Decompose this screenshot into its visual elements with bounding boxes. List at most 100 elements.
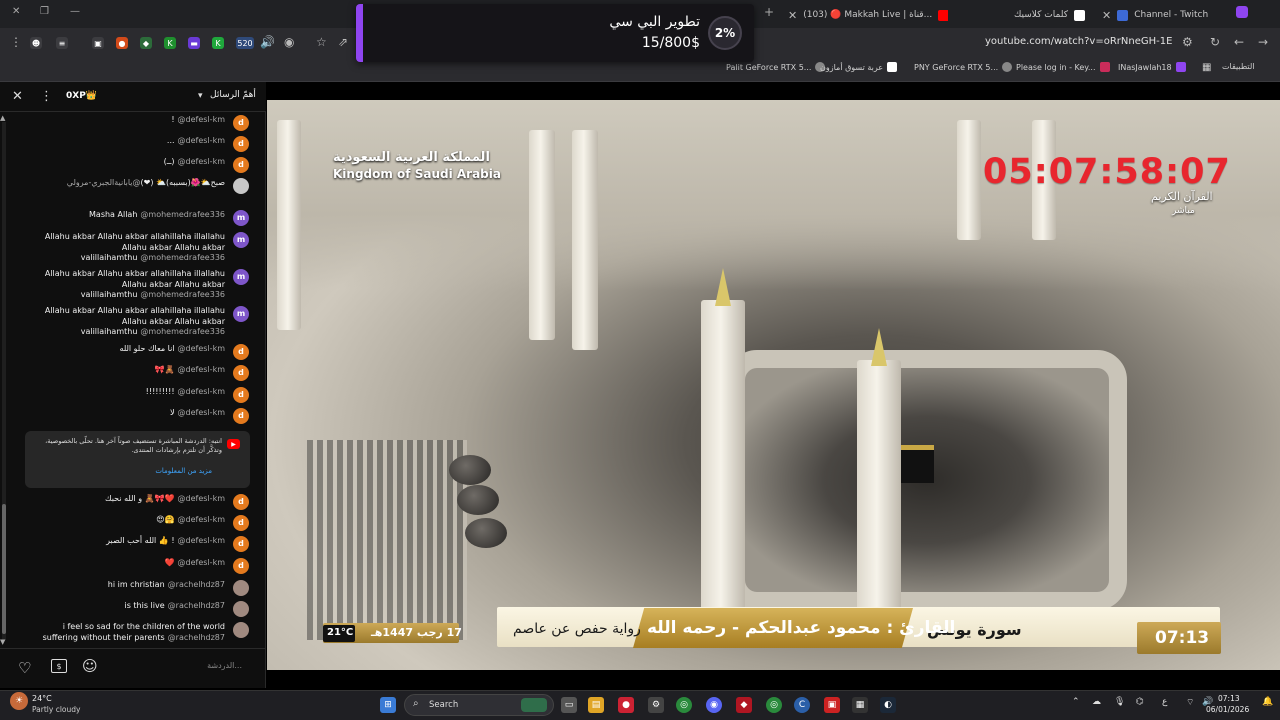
close-tab-icon[interactable]: ✕	[1102, 9, 1111, 22]
wifi-icon[interactable]: ⌔	[1186, 697, 1194, 708]
avatar[interactable]	[233, 178, 249, 194]
apps-grid-icon[interactable]: ▦	[1202, 62, 1211, 73]
message-author[interactable]: @defesl-km	[178, 365, 225, 374]
extension-badge-icon[interactable]: 520	[236, 37, 254, 49]
menu-dots-icon[interactable]: ⋮	[10, 35, 22, 49]
bookmark-item[interactable]: عربة تسوق أمازون	[820, 62, 898, 72]
kick-icon[interactable]: K	[212, 37, 224, 49]
scroll-up-icon[interactable]: ▲	[0, 114, 5, 122]
extension-icon[interactable]: ◉	[284, 35, 294, 49]
file-explorer-icon[interactable]: ▤	[588, 697, 604, 713]
minimize-window-icon[interactable]: —	[70, 6, 80, 17]
avatar[interactable]: d	[233, 136, 249, 152]
avatar[interactable]: m	[233, 269, 249, 285]
emoji-icon[interactable]: ☺	[82, 657, 98, 675]
avatar[interactable]	[233, 601, 249, 617]
message-author[interactable]: @defesl-km	[178, 115, 225, 124]
message-author[interactable]: @mohemedrafee336	[140, 327, 225, 336]
reload-icon[interactable]: ↻	[1210, 35, 1220, 49]
tab-makkah-live[interactable]: ✕ (103) 🔴 Makkah Live | قناة... ✕	[788, 4, 948, 26]
avatar[interactable]: d	[233, 558, 249, 574]
tune-icon[interactable]: ⚙	[1182, 35, 1193, 49]
steam-icon[interactable]: ◐	[880, 697, 896, 713]
bookmark-item[interactable]: INasJawlah18	[1118, 62, 1186, 72]
bookmark-item[interactable]: Please log in - Key...	[1016, 62, 1110, 72]
message-author[interactable]: @defesl-km	[178, 136, 225, 145]
weather-desc[interactable]: Partly cloudy	[32, 705, 80, 714]
scrollbar-thumb[interactable]	[2, 504, 6, 634]
avatar[interactable]	[233, 580, 249, 596]
weather-temp[interactable]: 24°C	[32, 694, 52, 703]
cloud-icon[interactable]: ☁	[1092, 697, 1101, 707]
tab-twitch[interactable]: ✕ Channel - Twitch	[1102, 4, 1222, 26]
weather-icon[interactable]: ☀	[10, 692, 28, 710]
settings-icon[interactable]: ⚙	[648, 697, 664, 713]
chrome-icon[interactable]: ◎	[766, 697, 782, 713]
avatar[interactable]: d	[233, 387, 249, 403]
notification-bell-icon[interactable]: 🔔	[1262, 697, 1273, 707]
extension-icon[interactable]: ●	[116, 37, 128, 49]
task-view-icon[interactable]: ▭	[561, 697, 577, 713]
discord-icon[interactable]: ◉	[706, 697, 722, 713]
message-author[interactable]: @defesl-km	[178, 344, 225, 353]
speaker-icon[interactable]: 🔊	[260, 35, 275, 49]
app-icon[interactable]: ◆	[736, 697, 752, 713]
avatar[interactable]: d	[233, 408, 249, 424]
avatar[interactable]: m	[233, 232, 249, 248]
app-icon[interactable]: C	[794, 697, 810, 713]
message-author[interactable]: @defesl-km	[178, 536, 225, 545]
avatar[interactable]: d	[233, 365, 249, 381]
avatar[interactable]: d	[233, 494, 249, 510]
restore-window-icon[interactable]: ❐	[40, 6, 49, 17]
extension-icon[interactable]: ◆	[140, 37, 152, 49]
puzzle-icon[interactable]: ▣	[92, 37, 104, 49]
taskbar-time[interactable]: 07:13	[1218, 694, 1240, 703]
extension-icon[interactable]: ≡	[56, 37, 68, 49]
avatar[interactable]: d	[233, 515, 249, 531]
language-indicator[interactable]: ع	[1162, 697, 1167, 707]
points-badge[interactable]: 0XP👑	[66, 91, 97, 101]
extension-icon[interactable]: K	[164, 37, 176, 49]
super-chat-icon[interactable]: $	[51, 659, 67, 673]
message-author[interactable]: @mohemedrafee336	[140, 210, 225, 219]
app-icon[interactable]: ▦	[852, 697, 868, 713]
notice-learn-more-link[interactable]: مزيد من المعلومات	[155, 467, 212, 475]
avatar[interactable]: d	[233, 115, 249, 131]
close-tab-icon[interactable]: ✕	[788, 9, 797, 22]
message-author[interactable]: @defesl-km	[178, 157, 225, 166]
heart-icon[interactable]: ♡	[18, 659, 31, 677]
message-author[interactable]: @mohemedrafee336	[140, 253, 225, 262]
taskbar-date[interactable]: 06/01/2026	[1206, 705, 1249, 714]
avatar[interactable]: d	[233, 157, 249, 173]
avatar[interactable]	[233, 622, 249, 638]
profile-icon[interactable]: ☻	[30, 37, 42, 49]
app-icon[interactable]: ●	[618, 697, 634, 713]
tray-chevron-icon[interactable]: ⌃	[1072, 697, 1080, 707]
message-author[interactable]: @defesl-km	[178, 387, 225, 396]
address-bar[interactable]: youtube.com/watch?v=oRrNneGH-1E	[985, 36, 1172, 47]
close-window-icon[interactable]: ✕	[12, 6, 20, 17]
back-icon[interactable]: ←	[1234, 35, 1244, 49]
message-author[interactable]: @defesl-km	[178, 408, 225, 417]
twitch-profile-icon[interactable]	[1236, 6, 1248, 18]
taskbar-search[interactable]: ⌕ Search	[404, 694, 554, 716]
avatar[interactable]: m	[233, 210, 249, 226]
message-author[interactable]: @rachelhdz87	[168, 633, 225, 642]
share-icon[interactable]: ⇗	[338, 35, 348, 49]
scroll-down-icon[interactable]: ▼	[0, 638, 5, 646]
bookmark-apps[interactable]: التطبيقات	[1222, 62, 1254, 71]
close-chat-icon[interactable]: ✕	[12, 89, 23, 104]
chrome-icon[interactable]: ◎	[676, 697, 692, 713]
chat-filter-dropdown[interactable]: أهمّ الرسائل	[210, 90, 256, 100]
bookmark-item[interactable]: PNY GeForce RTX 5...	[914, 62, 1013, 72]
chevron-down-icon[interactable]: ▾	[198, 91, 203, 101]
extension-icon[interactable]: ▬	[188, 37, 200, 49]
avatar[interactable]: d	[233, 344, 249, 360]
tab-classic-words[interactable]: كلمات كلاسيك	[975, 4, 1085, 26]
chat-input[interactable]: الدردشة...	[110, 661, 242, 670]
avatar[interactable]: m	[233, 306, 249, 322]
recorder-icon[interactable]: ▣	[824, 697, 840, 713]
video-player[interactable]: المملكة العربية السعودية Kingdom of Saud…	[267, 100, 1280, 670]
star-icon[interactable]: ☆	[316, 35, 327, 49]
new-tab-icon[interactable]: +	[764, 5, 774, 19]
